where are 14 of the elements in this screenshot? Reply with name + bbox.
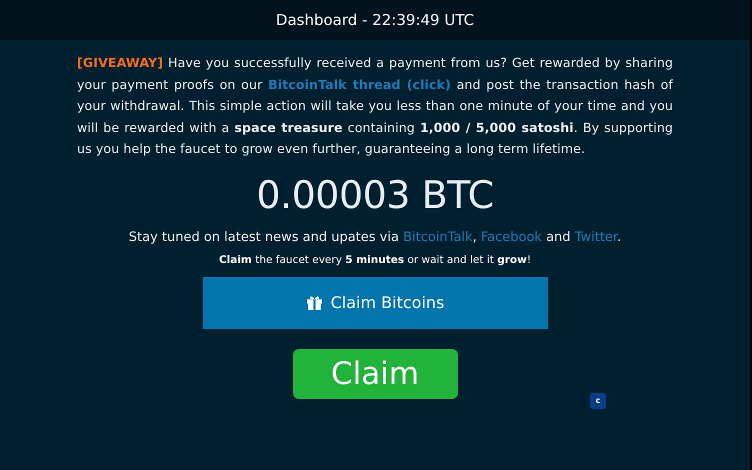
news-line: Stay tuned on latest news and upates via BitcoinTalk, Facebook and Twitter. — [128, 228, 622, 246]
gift-icon — [306, 294, 323, 312]
page-title: Dashboard - 22:39:49 UTC — [276, 10, 474, 31]
social-link[interactable]: BitcoinTalk — [403, 230, 473, 244]
balance-amount: 0.00003 BTC — [256, 172, 494, 218]
claim-bitcoins-button[interactable]: Claim Bitcoins — [202, 276, 548, 329]
social-link[interactable]: Twitter — [574, 230, 618, 244]
giveaway-tag: [GIVEAWAY] — [77, 55, 164, 70]
claim-button[interactable]: Claim — [292, 348, 458, 399]
giveaway-paragraph: [GIVEAWAY] Have you successfully received a payment from us? Get rewarded by sharing your payment proofs on our BitcoinTalk thread (click) and post the transaction hash of your withdrawal. This simple action will take you less than one minute of your time and you will be rewarded with a space treasure containing 1,000 / 5,000 satoshi. By supporting us you help the faucet to grow even further, guaranteeing a long term lifetime. — [77, 54, 673, 158]
badge[interactable]: c — [590, 393, 606, 409]
claim-hint: Claim the faucet every 5 minutes or wait and let it grow! — [218, 253, 532, 268]
bitcointalk-link[interactable]: BitcoinTalk thread (click) — [268, 76, 451, 92]
social-link[interactable]: Facebook — [480, 230, 542, 244]
